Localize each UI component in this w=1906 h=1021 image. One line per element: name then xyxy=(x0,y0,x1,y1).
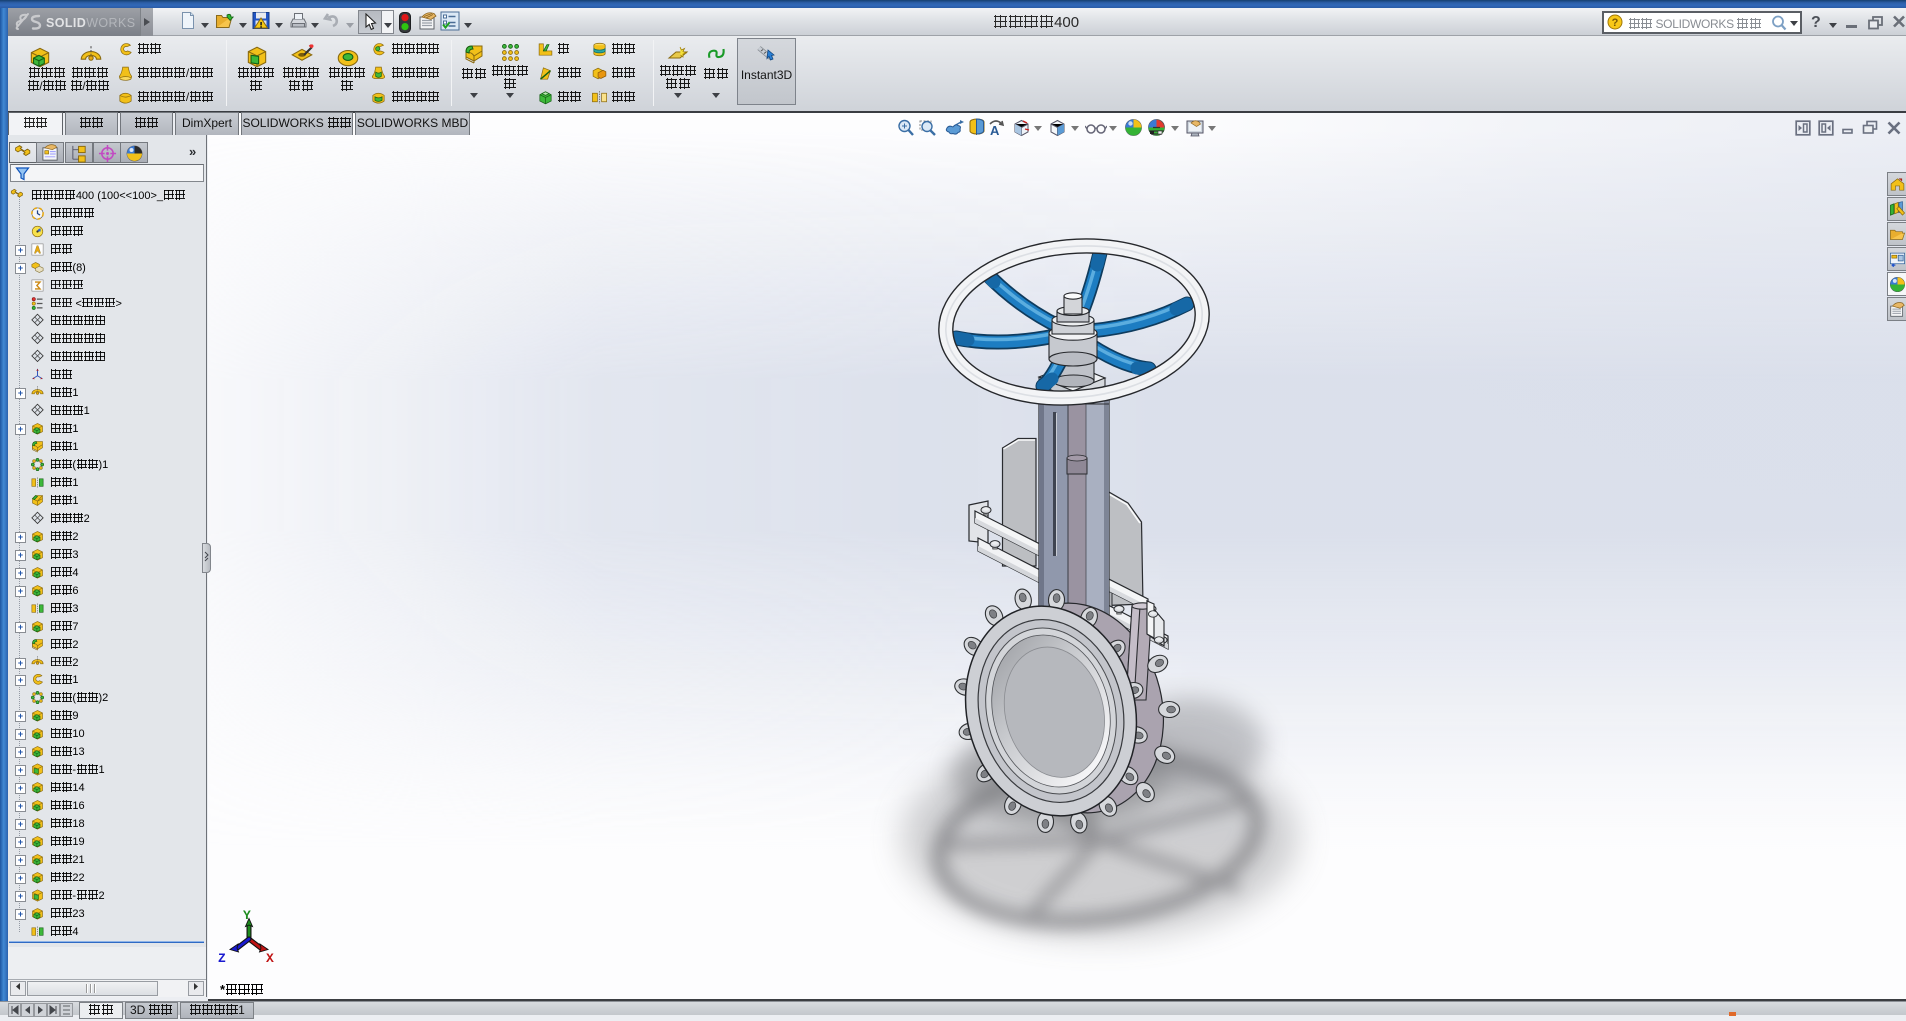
svg-text:Y: Y xyxy=(243,908,251,923)
svg-text:Z: Z xyxy=(218,951,226,966)
svg-text:X: X xyxy=(266,951,274,966)
svg-text:A: A xyxy=(990,123,1000,138)
svg-text:?: ? xyxy=(1612,17,1619,29)
